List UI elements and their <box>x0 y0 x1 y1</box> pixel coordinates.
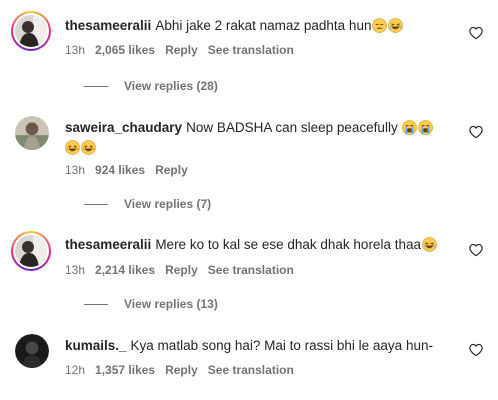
laughing-face-emoji <box>65 140 80 155</box>
divider <box>84 303 108 305</box>
avatar-image <box>15 116 49 150</box>
divider <box>84 203 108 205</box>
comment-likes[interactable]: 2,065 likes <box>95 43 155 57</box>
comment-username[interactable]: kumails._ <box>65 338 127 353</box>
crying-face-emoji <box>418 120 433 135</box>
laughing-face-emoji <box>81 140 96 155</box>
comment-text: thesameeralii Abhi jake 2 rakat namaz pad… <box>65 16 454 36</box>
comment-text: saweira_chaudary Now BADSHA can sleep pea… <box>65 118 454 158</box>
neutral-face-emoji <box>372 18 387 33</box>
avatar[interactable] <box>15 334 49 368</box>
comment-likes[interactable]: 924 likes <box>95 163 145 177</box>
laughing-face-emoji <box>388 18 403 33</box>
view-replies-button[interactable]: View replies (28) <box>84 79 218 93</box>
comment-body: Abhi jake 2 rakat namaz padhta hun <box>155 18 372 33</box>
reply-button[interactable]: Reply <box>155 163 188 177</box>
comment-text: kumails._ Kya matlab song hai? Mai to ras… <box>65 336 454 356</box>
divider <box>84 85 108 87</box>
comment-body: Kya matlab song hai? Mai to rassi bhi le… <box>130 338 433 353</box>
avatar-image <box>15 15 47 47</box>
see-translation-button[interactable]: See translation <box>208 43 294 57</box>
comment-time: 13h <box>65 263 86 277</box>
comment-time: 12h <box>65 363 86 377</box>
avatar[interactable] <box>15 116 49 150</box>
laughing-face-emoji <box>422 237 437 252</box>
heart-icon[interactable] <box>469 243 483 257</box>
comment-meta: 13h 924 likes Reply <box>65 163 198 177</box>
see-translation-button[interactable]: See translation <box>208 263 294 277</box>
comment-likes[interactable]: 1,357 likes <box>95 363 155 377</box>
view-replies-label: View replies (7) <box>124 197 212 211</box>
avatar-image <box>15 235 47 267</box>
comment-meta: 12h 1,357 likes Reply See translation <box>65 363 304 377</box>
view-replies-button[interactable]: View replies (7) <box>84 197 211 211</box>
comment-likes[interactable]: 2,214 likes <box>95 263 155 277</box>
comment-time: 13h <box>65 163 86 177</box>
view-replies-label: View replies (13) <box>124 297 218 311</box>
view-replies-button[interactable]: View replies (13) <box>84 297 218 311</box>
reply-button[interactable]: Reply <box>165 363 198 377</box>
comment-text: thesameeralii Mere ko to kal se ese dhak … <box>65 235 454 255</box>
comment-meta: 13h 2,065 likes Reply See translation <box>65 43 304 57</box>
comment-meta: 13h 2,214 likes Reply See translation <box>65 263 304 277</box>
avatar-image <box>15 334 49 368</box>
comment-time: 13h <box>65 43 86 57</box>
comment-body: Mere ko to kal se ese dhak dhak horela t… <box>155 237 421 252</box>
comment-username[interactable]: saweira_chaudary <box>65 120 182 135</box>
avatar[interactable] <box>11 231 51 271</box>
reply-button[interactable]: Reply <box>165 263 198 277</box>
view-replies-label: View replies (28) <box>124 79 218 93</box>
heart-icon[interactable] <box>469 125 483 139</box>
see-translation-button[interactable]: See translation <box>208 363 294 377</box>
comment-username[interactable]: thesameeralii <box>65 18 151 33</box>
reply-button[interactable]: Reply <box>165 43 198 57</box>
heart-icon[interactable] <box>469 26 483 40</box>
comment-body: Now BADSHA can sleep peacefully <box>186 120 398 135</box>
comment-username[interactable]: thesameeralii <box>65 237 151 252</box>
avatar[interactable] <box>11 11 51 51</box>
crying-face-emoji <box>402 120 417 135</box>
heart-icon[interactable] <box>469 343 483 357</box>
